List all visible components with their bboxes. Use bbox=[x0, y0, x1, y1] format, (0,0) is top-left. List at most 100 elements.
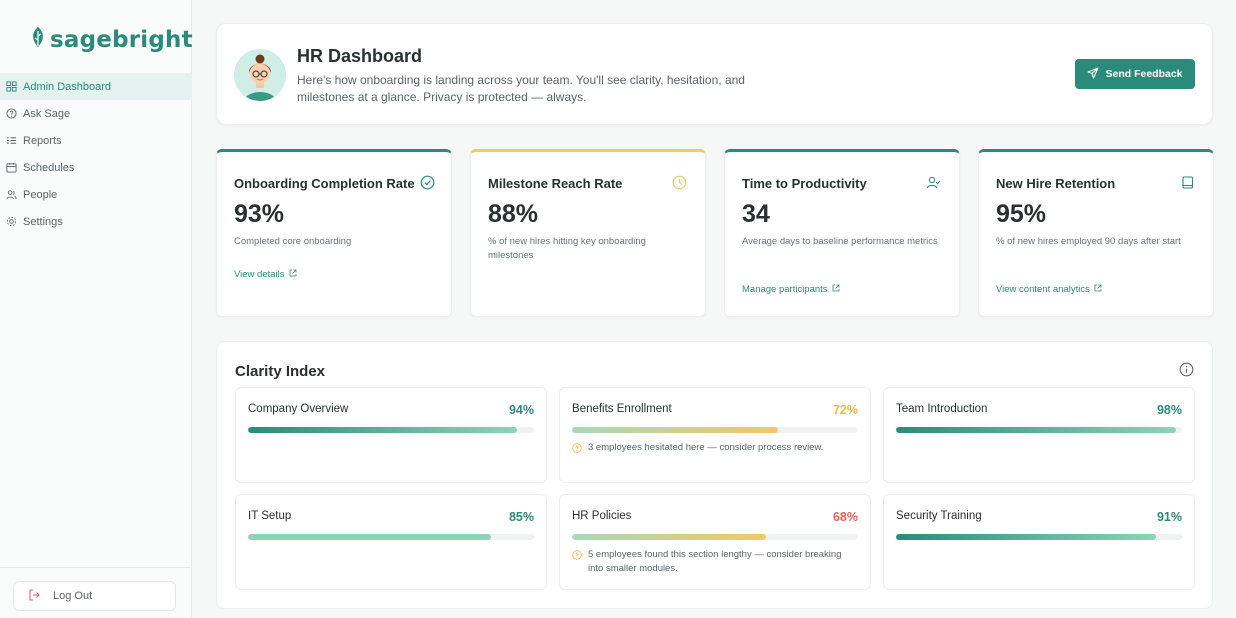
clarity-progress-fill bbox=[896, 427, 1177, 433]
external-link-icon bbox=[289, 269, 297, 280]
grid-icon bbox=[6, 81, 17, 92]
check-circle-icon bbox=[420, 175, 435, 190]
clarity-card-team-introduction[interactable]: Team Introduction 98% bbox=[883, 387, 1195, 483]
sidebar-item-label: People bbox=[23, 188, 58, 201]
metric-value: 34 bbox=[742, 200, 770, 228]
metric-link-label: Manage participants bbox=[742, 284, 828, 295]
metric-link-label: View details bbox=[234, 269, 285, 280]
clarity-item-name: Benefits Enrollment bbox=[572, 403, 672, 415]
metric-title: Milestone Reach Rate bbox=[488, 176, 623, 191]
logout-icon bbox=[28, 588, 40, 604]
clarity-note: 5 employees found this section lengthy —… bbox=[572, 548, 842, 576]
metric-title: New Hire Retention bbox=[996, 176, 1116, 191]
clarity-item-percent: 91% bbox=[1156, 510, 1182, 524]
clock-icon bbox=[672, 175, 687, 190]
clarity-progress-fill bbox=[248, 427, 517, 433]
warning-circle-icon bbox=[572, 548, 582, 576]
clarity-note-text: 3 employees hesitated here — consider pr… bbox=[588, 442, 824, 453]
clarity-item-percent: 98% bbox=[1156, 403, 1182, 417]
metric-description: % of new hires hitting key onboarding mi… bbox=[488, 236, 646, 261]
clarity-progress-fill bbox=[896, 534, 1157, 540]
clarity-item-name: Company Overview bbox=[248, 403, 349, 415]
sidebar-item-people[interactable]: People bbox=[0, 181, 192, 208]
clarity-progress-track bbox=[572, 534, 858, 540]
info-icon[interactable] bbox=[1179, 362, 1194, 377]
clarity-item-percent: 68% bbox=[832, 510, 858, 524]
external-link-icon bbox=[1094, 284, 1102, 295]
clarity-card-company-overview[interactable]: Company Overview 94% bbox=[235, 387, 547, 483]
metric-link-label: View content analytics bbox=[996, 284, 1090, 295]
send-icon bbox=[1087, 66, 1100, 82]
send-feedback-button[interactable]: Send Feedback bbox=[1075, 59, 1195, 89]
calendar-icon bbox=[6, 162, 17, 173]
clarity-card-it-setup[interactable]: IT Setup 85% bbox=[235, 494, 547, 590]
send-feedback-label: Send Feedback bbox=[1105, 68, 1183, 80]
clarity-item-name: HR Policies bbox=[572, 510, 632, 522]
metric-value: 95% bbox=[996, 200, 1047, 228]
clarity-progress-track bbox=[248, 427, 534, 433]
metric-card-milestone-reach: Milestone Reach Rate 88% % of new hires … bbox=[470, 149, 706, 317]
book-icon bbox=[1180, 175, 1195, 190]
metric-description: Completed core onboarding bbox=[234, 236, 352, 247]
page-title: HR Dashboard bbox=[297, 46, 423, 66]
avatar bbox=[234, 49, 286, 101]
sidebar: sagebright Admin Dashboard Ask Sage Repo… bbox=[0, 0, 193, 618]
clarity-progress-track bbox=[896, 534, 1182, 540]
view-content-analytics-link[interactable]: View content analytics bbox=[996, 284, 1102, 295]
sidebar-item-ask-sage[interactable]: Ask Sage bbox=[0, 100, 192, 127]
clarity-item-percent: 72% bbox=[832, 403, 858, 417]
sidebar-item-settings[interactable]: Settings bbox=[0, 208, 192, 235]
sidebar-item-label: Reports bbox=[23, 134, 62, 147]
metric-description: % of new hires employed 90 days after st… bbox=[996, 236, 1181, 247]
sidebar-nav: Admin Dashboard Ask Sage Reports Schedul… bbox=[0, 73, 192, 235]
clarity-progress-track bbox=[572, 427, 858, 433]
metric-value: 88% bbox=[488, 200, 539, 228]
clarity-card-security-training[interactable]: Security Training 91% bbox=[883, 494, 1195, 590]
clarity-item-name: IT Setup bbox=[248, 510, 292, 522]
sidebar-footer: Log Out bbox=[0, 567, 192, 618]
metric-title: Time to Productivity bbox=[742, 176, 867, 191]
clarity-progress-fill bbox=[248, 534, 492, 540]
metric-card-new-hire-retention: New Hire Retention 95% % of new hires em… bbox=[978, 149, 1214, 317]
clarity-progress-fill bbox=[572, 427, 778, 433]
list-icon bbox=[6, 135, 17, 146]
clarity-index-panel: Clarity Index Company Overview 94% Benef… bbox=[216, 341, 1213, 609]
sidebar-item-label: Ask Sage bbox=[23, 107, 71, 120]
page-subtitle: Here's how onboarding is landing across … bbox=[297, 73, 745, 104]
sidebar-item-label: Admin Dashboard bbox=[23, 80, 112, 93]
clarity-card-benefits-enrollment[interactable]: Benefits Enrollment 72% 3 employees hesi… bbox=[559, 387, 871, 483]
sidebar-item-reports[interactable]: Reports bbox=[0, 127, 192, 154]
external-link-icon bbox=[832, 284, 840, 295]
metric-description: Average days to baseline performance met… bbox=[742, 236, 938, 247]
clarity-card-hr-policies[interactable]: HR Policies 68% 5 employees found this s… bbox=[559, 494, 871, 590]
brand-logo[interactable]: sagebright bbox=[30, 26, 193, 53]
clarity-item-percent: 85% bbox=[508, 510, 534, 524]
view-details-link[interactable]: View details bbox=[234, 269, 297, 280]
clarity-item-name: Security Training bbox=[896, 510, 982, 522]
header-card: HR Dashboard Here's how onboarding is la… bbox=[216, 23, 1213, 125]
clarity-progress-track bbox=[248, 534, 534, 540]
clarity-progress-track bbox=[896, 427, 1182, 433]
warning-circle-icon bbox=[572, 441, 582, 458]
metric-card-onboarding-completion: Onboarding Completion Rate 93% Completed… bbox=[216, 149, 452, 317]
sidebar-item-label: Schedules bbox=[23, 161, 75, 174]
leaf-icon bbox=[30, 26, 46, 53]
brand-name: sagebright bbox=[50, 26, 193, 53]
sidebar-item-schedules[interactable]: Schedules bbox=[0, 154, 192, 181]
clarity-note-text: 5 employees found this section lengthy —… bbox=[588, 549, 842, 574]
manage-participants-link[interactable]: Manage participants bbox=[742, 284, 840, 295]
user-check-icon bbox=[926, 175, 941, 190]
gear-icon bbox=[6, 216, 17, 227]
clarity-item-percent: 94% bbox=[508, 403, 534, 417]
metric-title: Onboarding Completion Rate bbox=[234, 176, 415, 191]
sidebar-item-label: Settings bbox=[23, 215, 63, 228]
clarity-item-name: Team Introduction bbox=[896, 403, 988, 415]
metric-value: 93% bbox=[234, 200, 285, 228]
clarity-progress-fill bbox=[572, 534, 767, 540]
logout-button[interactable]: Log Out bbox=[13, 581, 176, 611]
help-circle-icon bbox=[6, 108, 17, 119]
clarity-note: 3 employees hesitated here — consider pr… bbox=[572, 441, 842, 458]
clarity-index-title: Clarity Index bbox=[235, 363, 326, 380]
users-icon bbox=[6, 189, 17, 200]
sidebar-item-admin-dashboard[interactable]: Admin Dashboard bbox=[0, 73, 192, 100]
